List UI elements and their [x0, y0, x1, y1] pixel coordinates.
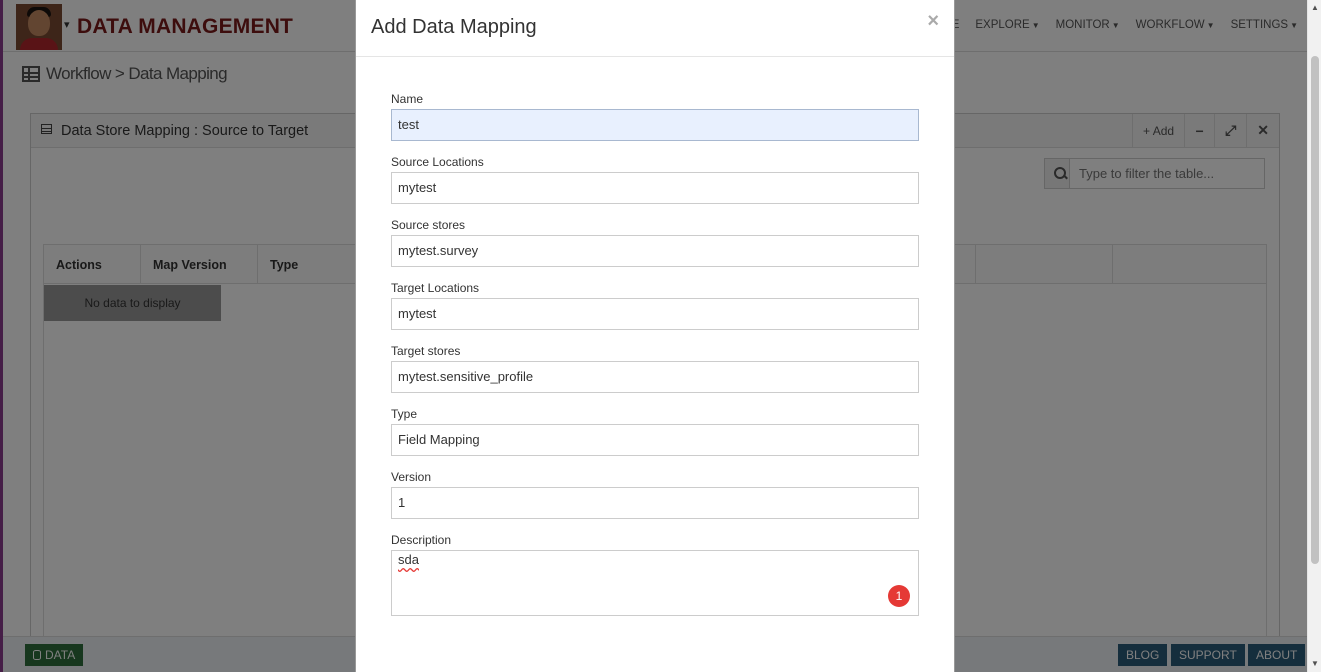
scroll-up-icon[interactable]: ▲ [1311, 3, 1319, 12]
name-input[interactable]: test [391, 109, 919, 141]
target-stores-label: Target stores [391, 344, 461, 358]
name-label: Name [391, 92, 424, 106]
add-data-mapping-modal: Add Data Mapping × Name test Source Loca… [355, 0, 955, 672]
target-locations-input[interactable]: mytest [391, 298, 919, 330]
close-icon[interactable]: × [927, 10, 939, 33]
modal-header: Add Data Mapping × [356, 0, 954, 57]
type-field-group: Type Field Mapping [391, 407, 920, 456]
description-text: sda [398, 552, 419, 567]
description-textarea[interactable]: sda 1 [391, 550, 919, 616]
type-input[interactable]: Field Mapping [391, 424, 919, 456]
page-scrollbar[interactable]: ▲ ▼ [1307, 0, 1321, 672]
name-field-group: Name test [391, 92, 920, 141]
description-field-group: Description sda 1 [391, 533, 920, 616]
scroll-down-icon[interactable]: ▼ [1311, 659, 1319, 668]
version-label: Version [391, 470, 432, 484]
source-locations-field-group: Source Locations mytest [391, 155, 920, 204]
modal-form: Name test Source Locations mytest Source… [391, 92, 920, 630]
target-locations-field-group: Target Locations mytest [391, 281, 920, 330]
target-stores-input[interactable]: mytest.sensitive_profile [391, 361, 919, 393]
source-locations-input[interactable]: mytest [391, 172, 919, 204]
version-input[interactable]: 1 [391, 487, 919, 519]
modal-title: Add Data Mapping [371, 16, 537, 38]
source-stores-label: Source stores [391, 218, 466, 232]
source-locations-label: Source Locations [391, 155, 484, 169]
description-label: Description [391, 533, 452, 547]
source-stores-field-group: Source stores mytest.survey [391, 218, 920, 267]
type-label: Type [391, 407, 418, 421]
version-field-group: Version 1 [391, 470, 920, 519]
target-stores-field-group: Target stores mytest.sensitive_profile [391, 344, 920, 393]
scroll-thumb[interactable] [1311, 56, 1319, 564]
source-stores-input[interactable]: mytest.survey [391, 235, 919, 267]
target-locations-label: Target Locations [391, 281, 480, 295]
error-count-badge[interactable]: 1 [888, 585, 910, 607]
